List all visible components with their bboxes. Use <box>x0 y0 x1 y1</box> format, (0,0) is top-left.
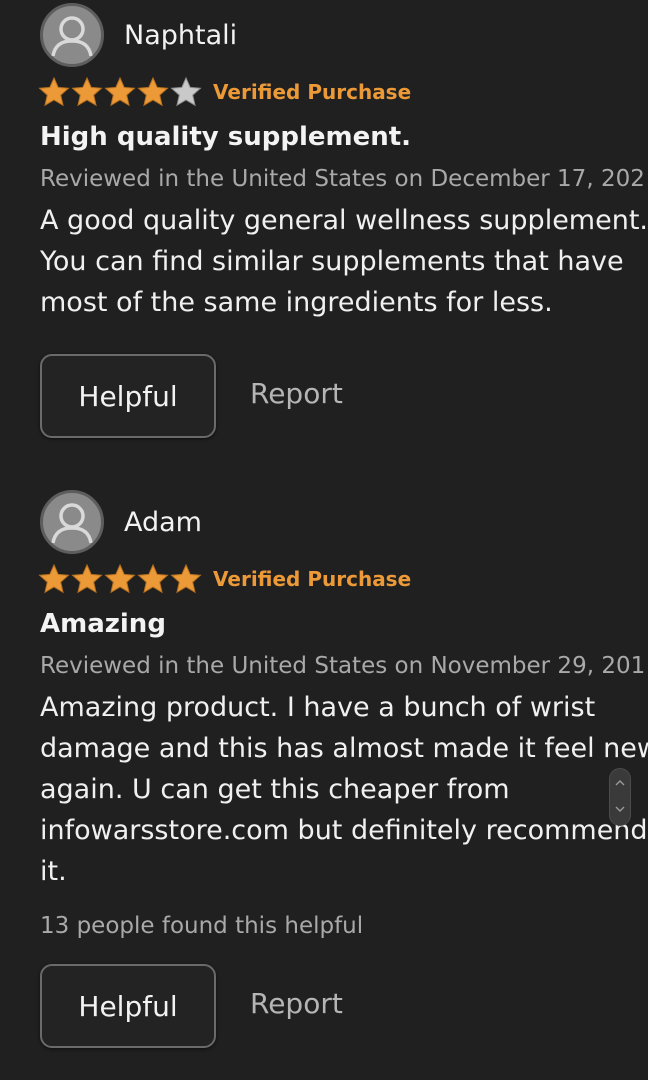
reviews-page: Naphtali Verified Purchase High quality … <box>0 0 648 1080</box>
star-rating <box>38 76 203 108</box>
reviewer-name[interactable]: Adam <box>124 507 202 538</box>
user-avatar-icon <box>51 503 93 544</box>
review-body-line: most of the same ingredients for less. <box>40 287 553 318</box>
review-body-line: it. <box>40 856 67 887</box>
star-filled-icon <box>104 76 136 107</box>
review-title: High quality supplement. <box>40 122 412 152</box>
review-body-line: You can find similar supplements that ha… <box>40 246 624 277</box>
report-link[interactable]: Report <box>250 377 343 410</box>
star-rating <box>38 563 203 595</box>
review-title: Amazing <box>40 609 166 639</box>
review-body-line: Amazing product. I have a bunch of wrist <box>40 692 596 723</box>
chevron-up-icon <box>615 780 625 786</box>
star-filled-icon <box>137 563 169 594</box>
verified-purchase-badge: Verified Purchase <box>213 567 412 591</box>
chevron-down-icon <box>615 806 625 812</box>
avatar[interactable] <box>40 490 104 554</box>
star-filled-icon <box>71 76 103 107</box>
review-body: Amazing product. I have a bunch of wrist… <box>40 687 648 892</box>
review-body: A good quality general wellness suppleme… <box>40 200 648 323</box>
scrollbar-thumb[interactable] <box>609 768 631 826</box>
star-filled-icon <box>38 76 70 107</box>
report-link[interactable]: Report <box>250 987 343 1020</box>
review-date: Reviewed in the United States on Decembe… <box>40 166 645 192</box>
helpful-button[interactable]: Helpful <box>40 354 216 438</box>
star-filled-icon <box>104 563 136 594</box>
avatar[interactable] <box>40 3 104 67</box>
star-empty-icon <box>170 76 202 107</box>
review-body-line: damage and this has almost made it feel … <box>40 733 648 764</box>
review-body-line: infowarsstore.com but definitely recomme… <box>40 815 648 846</box>
helpful-button[interactable]: Helpful <box>40 964 216 1048</box>
rating-row: Verified Purchase <box>38 562 411 596</box>
review-header: Naphtali <box>40 0 237 70</box>
review-body-line: A good quality general wellness suppleme… <box>40 205 648 236</box>
star-filled-icon <box>137 76 169 107</box>
helpful-count: 13 people found this helpful <box>40 913 364 939</box>
star-filled-icon <box>38 563 70 594</box>
star-filled-icon <box>170 563 202 594</box>
review-body-line: again. U can get this cheaper from <box>40 774 510 805</box>
rating-row: Verified Purchase <box>38 75 411 109</box>
verified-purchase-badge: Verified Purchase <box>213 80 412 104</box>
review-header: Adam <box>40 487 202 557</box>
review-date: Reviewed in the United States on Novembe… <box>40 653 646 679</box>
star-filled-icon <box>71 563 103 594</box>
user-avatar-icon <box>51 16 93 57</box>
reviewer-name[interactable]: Naphtali <box>124 20 237 51</box>
